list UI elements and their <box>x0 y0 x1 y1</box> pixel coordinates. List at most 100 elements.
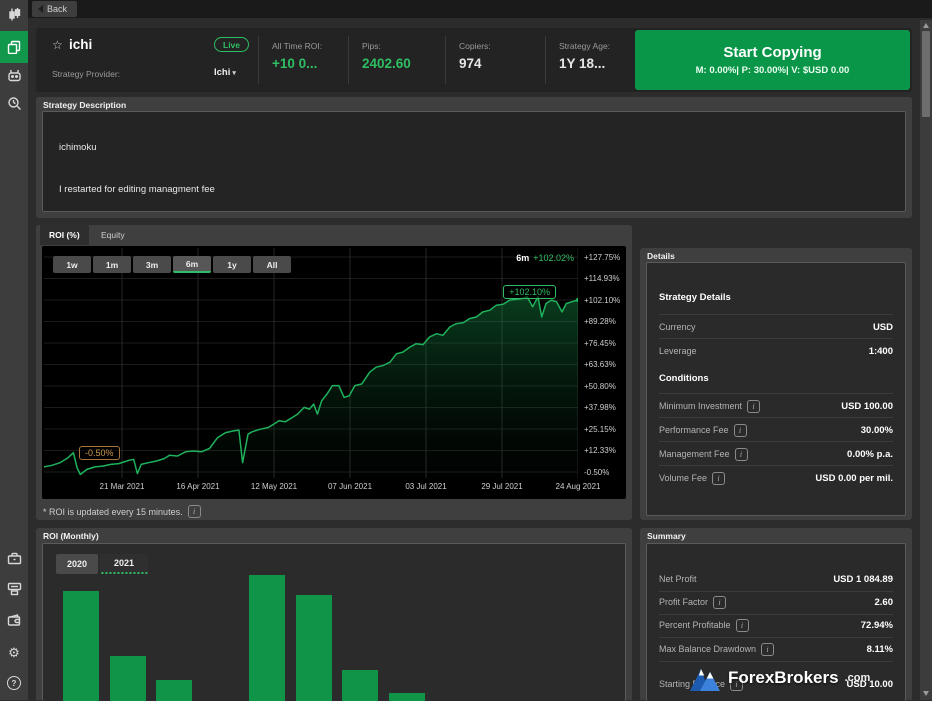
scroll-down-arrow-icon[interactable] <box>923 691 929 696</box>
divider <box>659 637 893 638</box>
scroll-up-arrow-icon[interactable] <box>923 23 929 28</box>
description-line: I restarted for editing managment fee <box>59 184 215 195</box>
tab-equity[interactable]: Equity <box>92 225 134 245</box>
candlestick-chart-icon[interactable] <box>0 2 28 26</box>
divider <box>659 465 893 466</box>
roi-monthly-panel: ROI (Monthly) 2020 2021 <box>36 528 632 700</box>
current-value-badge: +102.10% <box>503 285 556 299</box>
row-volume-fee: Volume Feei USD 0.00 per mil. <box>659 470 893 486</box>
scrollbar-thumb[interactable] <box>922 31 930 117</box>
range-6m[interactable]: 6m <box>173 256 211 273</box>
x-axis-tick-label: 24 Aug 2021 <box>556 482 601 491</box>
metric-copiers: Copiers: 974 <box>449 28 537 92</box>
strategy-scanner-icon[interactable] <box>0 91 28 115</box>
divider <box>659 417 893 418</box>
monthly-roi-bar-jan <box>63 591 99 701</box>
monthly-roi-bar-may <box>249 575 285 701</box>
info-icon[interactable]: i <box>747 400 760 413</box>
divider <box>545 36 546 84</box>
x-axis-tick-label: 16 Apr 2021 <box>176 482 219 491</box>
back-arrow-icon <box>38 5 43 13</box>
divider <box>445 36 446 84</box>
y-axis-tick-label: +102.10% <box>584 296 620 305</box>
robot-strategies-icon[interactable] <box>0 63 28 87</box>
row-leverage: Leverage1:400 <box>659 343 893 359</box>
sidebar: ⚙ ? <box>0 0 28 700</box>
monthly-roi-bar-feb <box>110 656 146 701</box>
row-net-profit: Net Profit USD 1 084.89 <box>659 571 893 587</box>
row-currency: CurrencyUSD <box>659 319 893 335</box>
info-icon[interactable]: i <box>188 505 201 518</box>
fee-summary: M: 0.00%| P: 30.00%| V: $USD 0.00 <box>696 65 850 76</box>
forexbrokers-logo-icon <box>688 663 722 693</box>
x-axis: 21 Mar 2021 16 Apr 2021 12 May 2021 07 Jun … <box>44 479 626 495</box>
info-icon[interactable]: i <box>734 424 747 437</box>
x-axis-tick-label: 29 Jul 2021 <box>481 482 522 491</box>
x-axis-tick-label: 12 May 2021 <box>251 482 297 491</box>
info-icon[interactable]: i <box>713 596 726 609</box>
range-3m[interactable]: 3m <box>133 256 171 273</box>
deposit-terminal-icon[interactable] <box>0 577 28 601</box>
favorite-star-icon[interactable]: ☆ <box>52 38 63 52</box>
y-axis-tick-label: +76.45% <box>584 339 616 348</box>
divider <box>258 36 259 84</box>
range-all[interactable]: All <box>253 256 291 273</box>
range-selector: 1w 1m 3m 6m 1y All <box>53 256 291 273</box>
year-tab-2021[interactable]: 2021 <box>100 554 148 574</box>
info-icon[interactable]: i <box>735 448 748 461</box>
range-1m[interactable]: 1m <box>93 256 131 273</box>
provider-dropdown[interactable]: Ichi▾ <box>214 67 236 78</box>
year-tab-2020[interactable]: 2020 <box>56 554 98 574</box>
start-copying-button[interactable]: Start Copying M: 0.00%| P: 30.00%| V: $U… <box>635 30 910 90</box>
x-axis-tick-label: 07 Jun 2021 <box>328 482 372 491</box>
roi-monthly-chart: 2020 2021 <box>42 543 626 701</box>
portfolio-icon[interactable] <box>0 546 28 570</box>
y-axis-tick-label: +12.33% <box>584 446 616 455</box>
provider-label: Strategy Provider: <box>52 69 120 79</box>
row-management-fee: Management Feei 0.00% p.a. <box>659 446 893 462</box>
info-icon[interactable]: i <box>712 472 725 485</box>
help-icon[interactable]: ? <box>0 671 28 695</box>
row-max-balance-drawdown: Max Balance Drawdowni 8.11% <box>659 641 893 657</box>
roi-line-chart[interactable]: +127.75%+114.93%+102.10%+89.28%+76.45%+6… <box>42 246 626 499</box>
min-value-badge: -0.50% <box>79 446 120 460</box>
section-strategy-details: Strategy Details <box>659 292 731 303</box>
info-icon[interactable]: i <box>761 643 774 656</box>
info-icon[interactable]: i <box>736 619 749 632</box>
y-axis-tick-label: +37.98% <box>584 403 616 412</box>
chevron-down-icon: ▾ <box>232 70 236 77</box>
copy-trading-icon[interactable] <box>0 31 28 63</box>
x-axis-tick-label: 21 Mar 2021 <box>100 482 145 491</box>
description-line: ichimoku <box>59 142 97 153</box>
monthly-roi-bar-mar <box>156 680 192 701</box>
row-profit-factor: Profit Factori 2.60 <box>659 594 893 610</box>
strategy-title: ichi <box>69 37 92 52</box>
divider <box>659 338 893 339</box>
top-bar: Back <box>28 0 932 18</box>
tab-roi-percent[interactable]: ROI (%) <box>40 225 89 245</box>
panel-title: Summary <box>647 531 686 541</box>
y-axis-tick-label: +25.15% <box>584 425 616 434</box>
wallet-icon[interactable] <box>0 608 28 632</box>
x-axis-tick-label: 03 Jul 2021 <box>405 482 446 491</box>
row-minimum-investment: Minimum Investmenti USD 100.00 <box>659 398 893 414</box>
panel-title: Strategy Description <box>43 100 126 110</box>
back-button[interactable]: Back <box>32 1 77 17</box>
divider <box>659 591 893 592</box>
range-1w[interactable]: 1w <box>53 256 91 273</box>
roi-chart-panel: ROI (%) Equity +127.75%+114.93%+102.10%+… <box>36 225 632 520</box>
settings-gear-icon[interactable]: ⚙ <box>0 640 28 664</box>
y-axis-tick-label: +114.93% <box>584 274 620 283</box>
monthly-roi-bar-jul <box>342 670 378 701</box>
chart-legend: 6m+102.02% <box>516 253 574 263</box>
divider <box>659 441 893 442</box>
scrollbar[interactable] <box>920 20 932 700</box>
range-1y[interactable]: 1y <box>213 256 251 273</box>
monthly-roi-bar-jun <box>296 595 332 701</box>
back-label: Back <box>47 4 67 14</box>
section-conditions: Conditions <box>659 373 709 384</box>
y-axis-tick-label: +50.80% <box>584 382 616 391</box>
y-axis-tick-label: +63.63% <box>584 360 616 369</box>
details-body: Strategy Details CurrencyUSD Leverage1:4… <box>646 262 906 516</box>
divider <box>659 314 893 315</box>
